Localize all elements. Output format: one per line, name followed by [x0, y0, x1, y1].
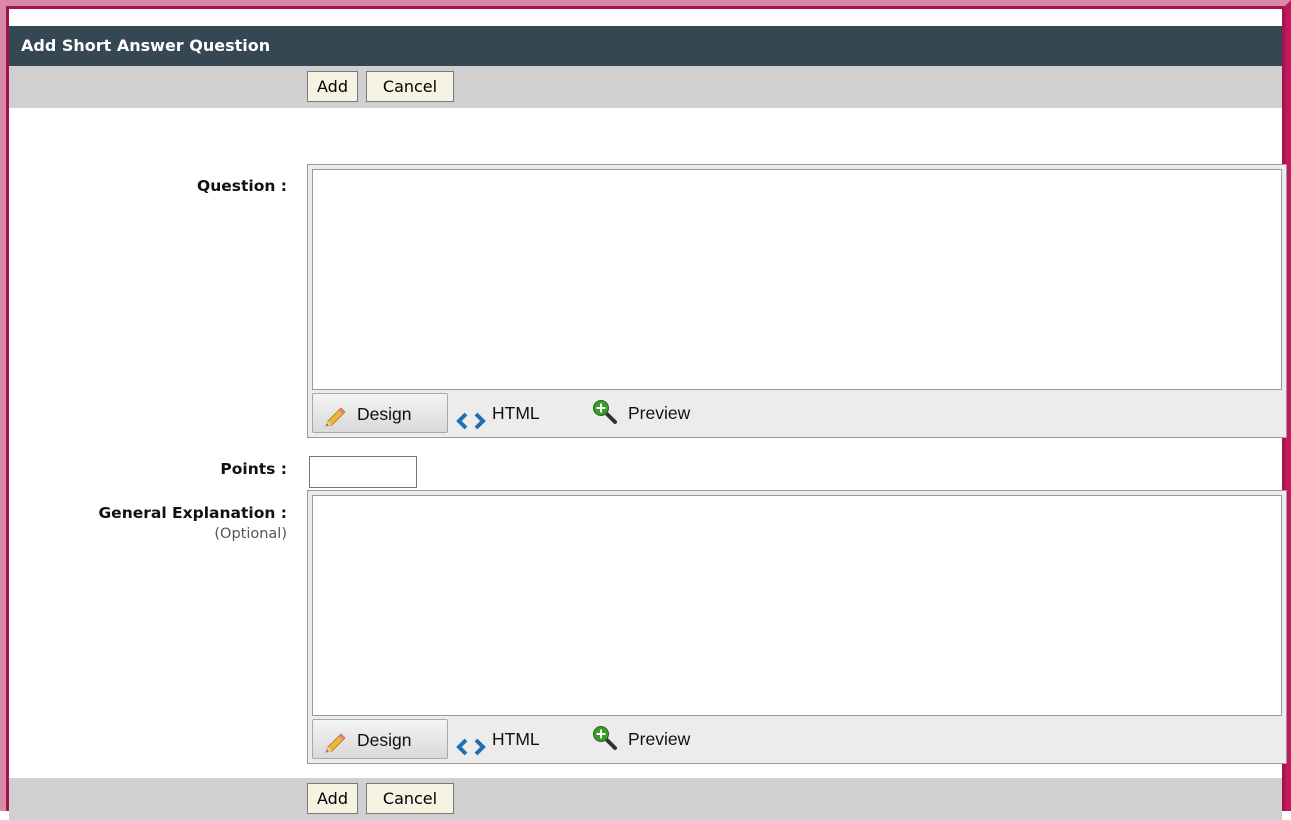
- explanation-editor-modes: Design HTML Preview: [312, 719, 1282, 759]
- dialog-title: Add Short Answer Question: [9, 26, 1282, 66]
- html-label: HTML: [492, 403, 540, 423]
- magnifier-plus-icon: [592, 725, 618, 765]
- magnifier-plus-icon: [592, 399, 618, 439]
- add-button[interactable]: Add: [307, 71, 358, 102]
- explanation-editor: Design HTML Preview: [307, 490, 1287, 764]
- preview-label: Preview: [628, 403, 691, 423]
- explanation-optional-note: (Optional): [214, 526, 287, 542]
- html-label: HTML: [492, 729, 540, 749]
- question-editor: Design HTML Preview: [307, 164, 1287, 438]
- question-textarea[interactable]: [312, 169, 1282, 390]
- pencil-icon: [323, 729, 347, 769]
- explanation-html-tab[interactable]: HTML: [456, 719, 556, 759]
- explanation-preview-tab[interactable]: Preview: [592, 719, 712, 759]
- preview-label: Preview: [628, 729, 691, 749]
- code-brackets-icon: [456, 404, 486, 444]
- dialog: Add Short Answer Question Add Cancel Que…: [6, 6, 1287, 820]
- explanation-design-tab[interactable]: Design: [312, 719, 448, 759]
- question-design-tab[interactable]: Design: [312, 393, 448, 433]
- question-label: Question :: [197, 177, 287, 195]
- cancel-button[interactable]: Cancel: [366, 71, 454, 102]
- explanation-label: General Explanation :: [98, 504, 287, 522]
- bottom-toolbar: Add Cancel: [9, 778, 1282, 820]
- design-label: Design: [357, 730, 412, 750]
- question-html-tab[interactable]: HTML: [456, 393, 556, 433]
- points-label: Points :: [220, 460, 287, 478]
- code-brackets-icon: [456, 730, 486, 770]
- question-preview-tab[interactable]: Preview: [592, 393, 712, 433]
- pencil-icon: [323, 403, 347, 443]
- points-input[interactable]: [309, 456, 417, 488]
- cancel-button[interactable]: Cancel: [366, 783, 454, 814]
- top-toolbar: Add Cancel: [9, 66, 1282, 108]
- explanation-textarea[interactable]: [312, 495, 1282, 716]
- add-button[interactable]: Add: [307, 783, 358, 814]
- design-label: Design: [357, 404, 412, 424]
- question-editor-modes: Design HTML Preview: [312, 393, 1282, 433]
